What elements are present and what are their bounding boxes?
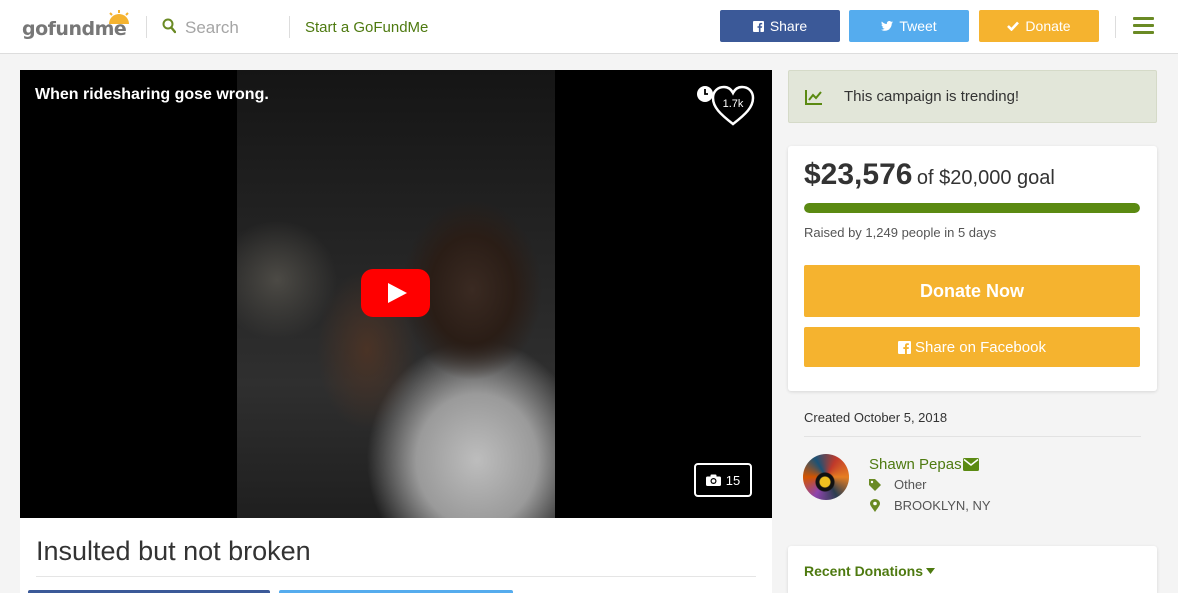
avatar[interactable] [803,454,849,500]
header-divider [289,16,290,38]
campaign-title-box: Insulted but not broken [20,518,772,593]
check-icon [1007,21,1020,31]
menu-bar [1133,31,1154,34]
campaign-title: Insulted but not broken [36,536,311,566]
share-on-facebook-label: Share on Facebook [915,338,1046,356]
title-divider [36,576,756,577]
share-button[interactable]: Share [720,10,840,42]
search-input[interactable] [185,16,275,40]
trending-banner: This campaign is trending! [788,70,1157,123]
share-button-label: Share [769,18,808,34]
top-header: gofundme Start a GoFundMe Share Tweet Do… [0,0,1178,54]
logo-sun-icon [109,10,129,24]
menu-icon[interactable] [1133,17,1154,35]
donate-header-label: Donate [1025,18,1071,34]
organizer-name[interactable]: Shawn Pepas [869,456,962,473]
map-pin-icon [870,499,880,512]
progress-fill [804,203,1140,213]
camera-icon [705,474,721,486]
facebook-icon [752,20,764,32]
progress-bar [804,203,1140,213]
campaign-video[interactable]: When ridesharing gose wrong. 1.7k 15 [20,70,772,518]
photo-count: 15 [725,472,741,488]
created-date: Created October 5, 2018 [804,410,948,425]
header-divider [1115,16,1116,38]
gofundme-logo[interactable]: gofundme [22,10,132,44]
menu-bar [1133,17,1154,20]
category-text: Other [894,477,927,492]
facebook-icon [898,340,912,354]
recent-donations-card: Recent Donations [788,546,1157,593]
created-divider [804,436,1141,437]
video-title[interactable]: When ridesharing gose wrong. [35,86,269,104]
raised-by-text: Raised by 1,249 people in 5 days [804,225,997,240]
menu-bar [1133,24,1154,27]
progress-card: $23,576 of $20,000 goal Raised by 1,249 … [788,146,1157,391]
tag-icon [869,479,881,491]
donate-header-button[interactable]: Donate [979,10,1099,42]
location-text: BROOKLYN, NY [894,498,991,513]
raised-amount: $23,576 [804,158,913,191]
goal-text: of $20,000 goal [916,167,1055,189]
tweet-button-label: Tweet [899,18,937,34]
trending-chart-icon [805,90,822,105]
like-count: 1.7k [722,98,744,110]
mail-icon[interactable] [963,458,979,471]
header-divider [146,16,147,38]
start-gofundme-link[interactable]: Start a GoFundMe [305,19,428,36]
play-icon[interactable] [361,269,430,317]
caret-down-icon[interactable] [926,568,935,574]
twitter-icon [881,21,894,31]
recent-donations-toggle[interactable]: Recent Donations [804,563,923,579]
donate-now-button[interactable]: Donate Now [804,265,1140,317]
raised-line: $23,576 of $20,000 goal [804,158,1055,192]
photos-button[interactable]: 15 [694,463,752,497]
tweet-button[interactable]: Tweet [849,10,969,42]
search-icon[interactable] [162,18,176,34]
trending-text: This campaign is trending! [844,88,1020,105]
share-on-facebook-button[interactable]: Share on Facebook [804,327,1140,367]
